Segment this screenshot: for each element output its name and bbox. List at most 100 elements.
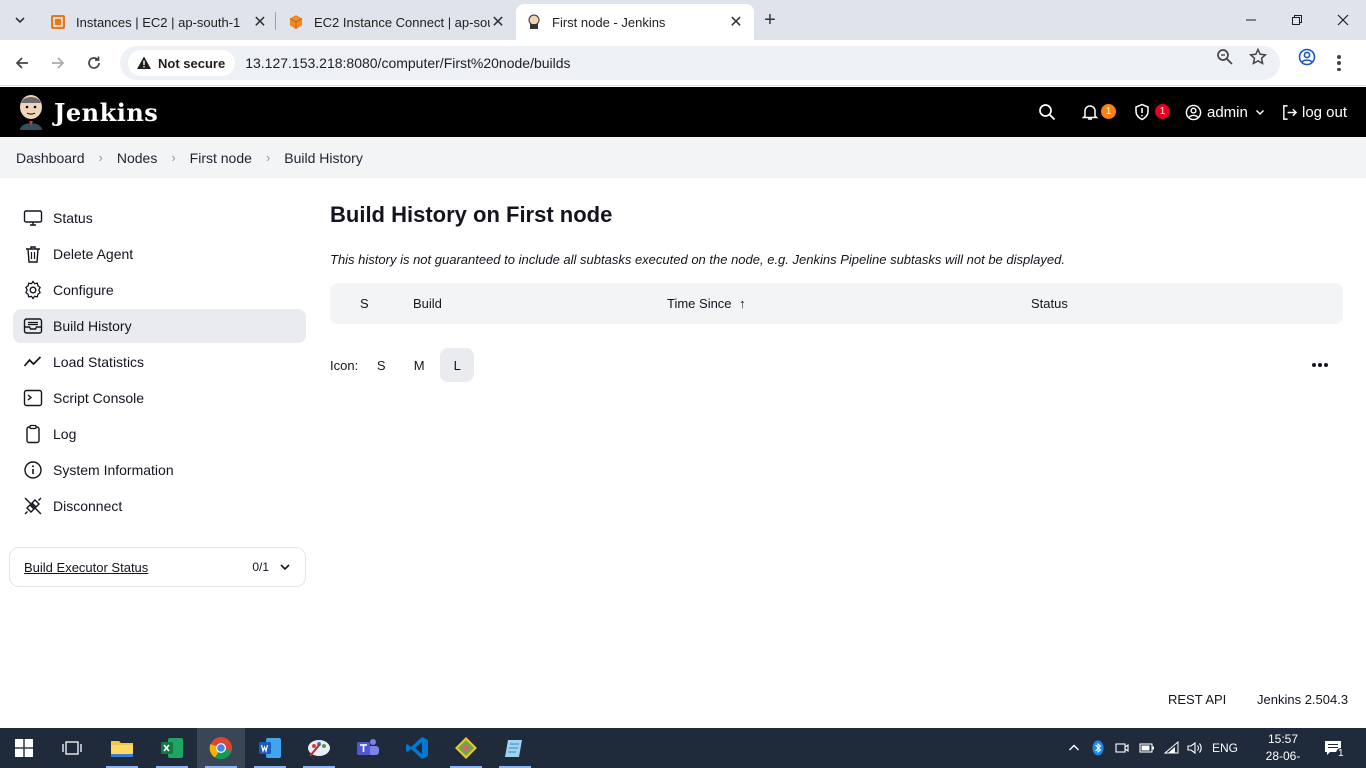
logout-link[interactable]: log out [1281,87,1347,137]
volume-tray[interactable] [1187,728,1203,768]
taskbar-file-explorer[interactable] [98,728,146,768]
sidebar-item-label: Configure [53,282,114,298]
battery-tray[interactable] [1139,728,1155,768]
clipboard-icon [26,424,40,444]
history-note: This history is not guaranteed to includ… [330,252,1065,267]
user-menu[interactable]: admin [1185,87,1265,137]
sidebar-item-status[interactable]: Status [13,201,306,235]
taskbar-vscode[interactable] [393,728,441,768]
security-alerts-button[interactable]: 1 [1133,87,1170,137]
back-button[interactable] [8,49,36,77]
new-tab-button[interactable]: + [758,8,782,32]
jenkins-version[interactable]: Jenkins 2.504.3 [1257,692,1348,707]
icon-size-large[interactable]: L [440,348,475,382]
sort-arrow-icon: ↑ [739,296,746,311]
tab-ec2-connect[interactable]: EC2 Instance Connect | ap-south-1 ✕ [278,4,516,40]
start-button[interactable] [0,728,48,768]
action-center-button[interactable]: 1 [1324,728,1352,768]
restore-icon [1292,15,1302,25]
taskbar-paint[interactable] [295,728,343,768]
zoom-icon[interactable] [1216,48,1234,66]
bluetooth-tray[interactable] [1092,728,1104,768]
close-icon[interactable]: ✕ [490,12,506,32]
close-icon[interactable]: ✕ [252,12,268,32]
icon-size-medium[interactable]: M [402,348,436,382]
more-options-icon[interactable] [1309,355,1331,375]
rest-api-link[interactable]: REST API [1168,692,1226,707]
security-label: Not secure [158,55,226,71]
tab-search-button[interactable] [8,8,32,32]
icon-size-small[interactable]: S [364,348,398,382]
language-indicator[interactable]: ENG [1212,728,1238,768]
sidebar-item-build-history[interactable]: Build History [13,309,306,343]
chevron-down-icon [15,17,25,24]
terminal-icon [23,389,43,407]
tab-ec2-instances[interactable]: Instances | EC2 | ap-south-1 ✕ [40,4,278,40]
bell-icon [1081,105,1099,120]
sidebar-item-configure[interactable]: Configure [13,273,306,307]
close-window-button[interactable] [1320,0,1366,40]
sidebar-item-disconnect[interactable]: Disconnect [13,489,306,523]
column-time-since[interactable]: Time Since ↑ [667,296,746,311]
build-executor-status-link[interactable]: Build Executor Status [24,560,252,575]
sidebar-item-label: Load Statistics [53,354,145,370]
paint-icon [308,740,330,757]
breadcrumb: Dashboard › Nodes › First node › Build H… [0,137,1366,178]
trend-line-icon [23,356,42,367]
sidebar-item-log[interactable]: Log [13,417,306,451]
taskbar-teams[interactable] [344,728,392,768]
network-tray[interactable] [1164,728,1180,768]
icon-size-label: Icon: [330,357,359,373]
security-chip[interactable]: Not secure [128,50,236,76]
clock-time: 15:57 [1267,732,1299,746]
taskbar-git[interactable] [442,728,490,768]
search-button[interactable] [1038,87,1056,137]
minimize-icon [1246,19,1256,21]
column-status[interactable]: Status [1031,296,1068,311]
sidebar-item-label: Status [53,210,93,226]
column-time-since-label: Time Since [667,296,732,311]
meet-now-tray[interactable] [1115,728,1129,768]
browser-tab-bar: Instances | EC2 | ap-south-1 ✕ EC2 Insta… [0,0,1366,40]
taskbar-excel[interactable] [148,728,196,768]
word-icon [259,738,281,758]
close-icon[interactable]: ✕ [728,12,744,32]
taskbar: ENG 15:57 28-06-2025 1 [0,728,1366,768]
user-circle-icon [1185,104,1202,120]
restore-button[interactable] [1274,0,1320,40]
minimize-button[interactable] [1228,0,1274,40]
profile-icon[interactable] [1298,48,1316,66]
column-status-icon[interactable]: S [360,296,369,311]
clock[interactable]: 15:57 28-06-2025 [1258,731,1308,768]
build-history-table-header: S Build Time Since ↑ Status [330,283,1343,324]
jenkins-icon [528,14,540,29]
sidebar-item-load-statistics[interactable]: Load Statistics [13,345,306,379]
star-icon[interactable] [1249,48,1267,66]
chevron-down-icon[interactable] [279,561,291,573]
taskbar-notepad[interactable] [491,728,539,768]
forward-button[interactable] [44,49,72,77]
vscode-icon [406,737,428,759]
taskbar-word[interactable] [246,728,294,768]
notifications-button[interactable]: 1 [1081,87,1116,137]
tab-jenkins[interactable]: First node - Jenkins ✕ [516,4,754,40]
sidebar-item-system-information[interactable]: System Information [13,453,306,487]
breadcrumb-dashboard[interactable]: Dashboard [16,150,85,166]
taskbar-chrome[interactable] [197,728,245,768]
search-icon [1039,104,1056,121]
reload-button[interactable] [80,49,108,77]
build-executor-status-panel[interactable]: Build Executor Status 0/1 [9,547,306,587]
omnibox[interactable]: Not secure 13.127.153.218:8080/computer/… [120,46,1280,80]
breadcrumb-first-node[interactable]: First node [190,150,252,166]
sidebar-item-delete-agent[interactable]: Delete Agent [13,237,306,271]
excel-icon [161,738,183,758]
breadcrumb-nodes[interactable]: Nodes [117,150,157,166]
menu-icon[interactable] [1336,55,1342,71]
column-build[interactable]: Build [413,296,442,311]
show-hidden-icons[interactable] [1068,728,1080,768]
logout-icon [1283,104,1298,120]
breadcrumb-build-history[interactable]: Build History [284,150,363,166]
sidebar-item-script-console[interactable]: Script Console [13,381,306,415]
jenkins-home-link[interactable]: Jenkins [16,94,158,130]
task-view-button[interactable] [48,728,96,768]
